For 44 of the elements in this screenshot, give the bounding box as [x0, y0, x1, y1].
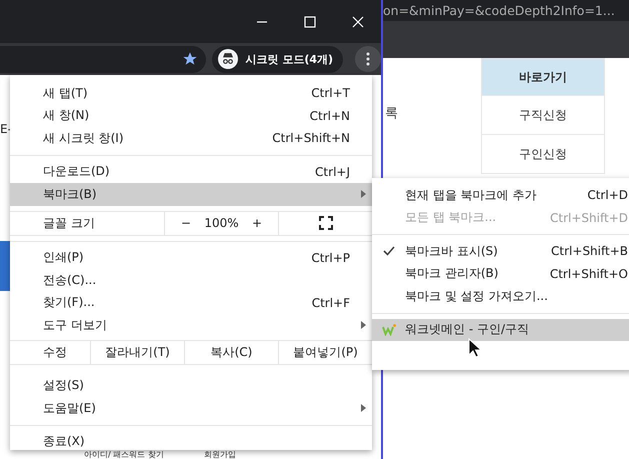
menu-item[interactable]: 인쇄(P) Ctrl+P [10, 246, 372, 269]
menu-item[interactable]: 설정(S) [10, 374, 372, 397]
mouse-cursor-icon [468, 338, 482, 358]
menu-item[interactable]: 새 탭(T) Ctrl+T [10, 82, 372, 104]
edit-button[interactable]: 잘라내기(T) [90, 340, 184, 364]
page-text: 록 [385, 105, 398, 122]
favicon-icon [382, 324, 396, 336]
menu-item[interactable]: 도움말(E) [10, 397, 372, 420]
submenu-arrow-icon [361, 321, 366, 330]
menu-button[interactable] [355, 46, 381, 72]
menu-item[interactable]: 새 창(N) Ctrl+N [10, 104, 372, 127]
incognito-button[interactable]: 시크릿 모드(4개) [212, 46, 344, 72]
close-icon[interactable] [352, 16, 364, 28]
menu-item[interactable]: 전송(C)... [10, 269, 372, 292]
menu-item[interactable]: 북마크 및 설정 가져오기... [372, 285, 629, 308]
menu-item[interactable]: 도구 더보기 [10, 314, 372, 336]
star-icon[interactable] [182, 51, 198, 67]
menu-label: 수정 [42, 344, 68, 360]
submenu-arrow-icon [361, 404, 366, 412]
menu-icon [366, 52, 370, 66]
menu-item[interactable]: 다운로드(D) Ctrl+J [10, 160, 372, 183]
menu-item[interactable]: 북마크바 표시(S) Ctrl+Shift+B [372, 240, 629, 262]
zoom-in-button[interactable]: + [248, 216, 266, 230]
menu-item[interactable]: 현재 탭을 북마크에 추가 Ctrl+D [372, 184, 629, 206]
page-text: E- [0, 122, 12, 136]
footer-link[interactable]: 회원가입 [204, 450, 236, 459]
edit-button[interactable]: 복사(C) [184, 340, 278, 364]
menu-item[interactable]: 새 시크릿 창(I) Ctrl+Shift+N [10, 127, 372, 150]
menu-item[interactable]: 찾기(F)... Ctrl+F [10, 292, 372, 314]
incognito-icon [218, 49, 238, 69]
bookmark-item[interactable]: 워크넷메인 - 구인/구직 [372, 318, 629, 341]
quick-link[interactable]: 구인신청 [482, 134, 604, 173]
quick-links-header: 바로가기 [482, 59, 604, 95]
address-text: on=&minPay=&codeDepth2Info=1... [383, 3, 615, 18]
maximize-icon[interactable] [304, 16, 316, 28]
quick-link[interactable]: 구직신청 [482, 95, 604, 134]
footer-link[interactable]: 아이디/ 패스워드 찾기 [84, 450, 164, 459]
zoom-value: 100% [204, 216, 239, 230]
fullscreen-icon[interactable] [318, 216, 332, 230]
submenu-arrow-icon [361, 190, 366, 198]
menu-label: 글꼴 크기 [42, 214, 96, 232]
menu-item[interactable]: 북마크 관리자(B) Ctrl+Shift+O [372, 262, 629, 285]
zoom-out-button[interactable]: − [177, 216, 196, 230]
menu-item[interactable]: 북마크(B) [10, 183, 372, 206]
